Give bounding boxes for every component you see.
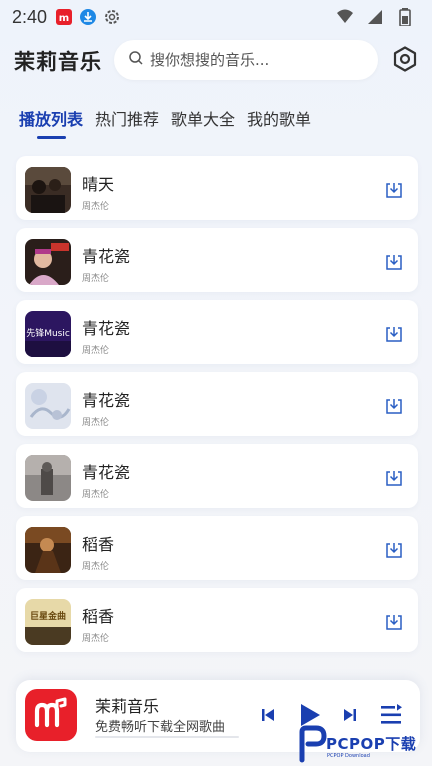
- app-header: 茉莉音乐: [0, 38, 432, 84]
- svg-text:m: m: [59, 13, 69, 24]
- song-item[interactable]: 青花瓷 周杰伦: [16, 444, 418, 508]
- song-artist: 周杰伦: [82, 346, 110, 356]
- song-artist: 周杰伦: [82, 274, 110, 284]
- status-bar: 2:40 m: [0, 0, 432, 34]
- player-title: 茉莉音乐: [95, 697, 160, 716]
- song-list: 晴天 周杰伦 青花瓷 周杰伦 先锋Music 青花瓷 周杰伦 青花瓷 周杰伦 青…: [16, 156, 418, 660]
- search-icon: [128, 50, 144, 70]
- download-icon[interactable]: [384, 468, 404, 488]
- song-item[interactable]: 稻香 周杰伦: [16, 516, 418, 580]
- song-item[interactable]: 巨星金曲 稻香 周杰伦: [16, 588, 418, 652]
- album-cover: [25, 455, 71, 501]
- album-cover: [25, 527, 71, 573]
- song-title: 稻香: [82, 535, 115, 554]
- album-cover: [25, 383, 71, 429]
- song-item[interactable]: 晴天 周杰伦: [16, 156, 418, 220]
- player-subtitle: 免费畅听下载全网歌曲: [95, 720, 226, 735]
- cover-text: 巨星金曲: [30, 610, 66, 622]
- song-title: 青花瓷: [82, 319, 131, 338]
- song-artist: 周杰伦: [82, 490, 110, 500]
- app-notification-icon: m: [55, 8, 73, 26]
- signal-icon: [366, 8, 384, 26]
- song-artist: 周杰伦: [82, 562, 110, 572]
- settings-notification-icon: [103, 8, 121, 26]
- hexagon-gear-icon[interactable]: [392, 46, 418, 72]
- download-icon[interactable]: [384, 324, 404, 344]
- album-cover: [25, 167, 71, 213]
- status-time: 2:40: [12, 6, 48, 27]
- song-item[interactable]: 青花瓷 周杰伦: [16, 228, 418, 292]
- search-bar[interactable]: [114, 40, 378, 80]
- download-icon[interactable]: [384, 396, 404, 416]
- wifi-icon: [336, 8, 354, 26]
- app-title: 茉莉音乐: [14, 50, 102, 74]
- song-item[interactable]: 先锋Music 青花瓷 周杰伦: [16, 300, 418, 364]
- song-artist: 周杰伦: [82, 634, 110, 644]
- song-title: 青花瓷: [82, 463, 131, 482]
- app-logo-icon: [25, 689, 77, 741]
- tab-playlist-collection[interactable]: 歌单大全: [171, 106, 235, 136]
- album-cover: 先锋Music: [25, 311, 71, 357]
- search-input[interactable]: [150, 51, 360, 69]
- download-icon[interactable]: [384, 180, 404, 200]
- song-artist: 周杰伦: [82, 202, 110, 212]
- battery-icon: [396, 8, 414, 26]
- previous-icon[interactable]: [260, 706, 276, 724]
- album-cover: 巨星金曲: [25, 599, 71, 645]
- cover-text: 先锋Music: [26, 327, 70, 339]
- tab-my-playlists[interactable]: 我的歌单: [247, 106, 311, 136]
- tab-playlist[interactable]: 播放列表: [19, 106, 83, 139]
- song-title: 青花瓷: [82, 247, 131, 266]
- download-icon[interactable]: [384, 540, 404, 560]
- watermark-subtext: PCPOP Download: [327, 753, 370, 759]
- download-icon[interactable]: [384, 612, 404, 632]
- download-notification-icon: [79, 8, 97, 26]
- tab-bar: 播放列表 热门推荐 歌单大全 我的歌单: [0, 106, 432, 140]
- song-item[interactable]: 青花瓷 周杰伦: [16, 372, 418, 436]
- song-title: 晴天: [82, 175, 115, 194]
- download-icon[interactable]: [384, 252, 404, 272]
- watermark-text: PCPOP下载: [326, 735, 417, 753]
- progress-bar[interactable]: [95, 736, 239, 738]
- album-cover: [25, 239, 71, 285]
- song-title: 稻香: [82, 607, 115, 626]
- song-artist: 周杰伦: [82, 418, 110, 428]
- song-title: 青花瓷: [82, 391, 131, 410]
- tab-hot-recommend[interactable]: 热门推荐: [95, 106, 159, 136]
